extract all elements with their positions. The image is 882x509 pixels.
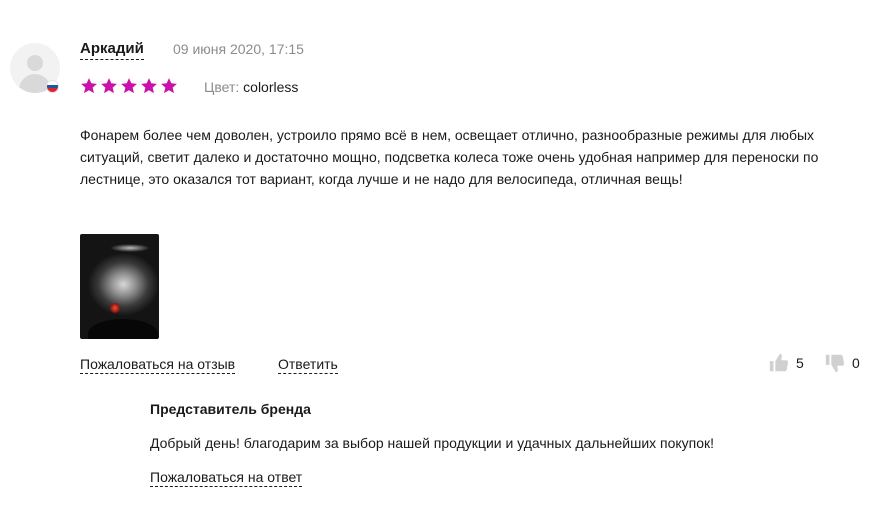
brand-reply-title: Представитель бренда xyxy=(150,401,311,417)
star-icon xyxy=(81,78,97,94)
photo-light-glow xyxy=(110,244,150,252)
avatar-head xyxy=(27,55,43,71)
star-icon xyxy=(121,78,137,94)
complain-review-link[interactable]: Пожаловаться на отзыв xyxy=(80,355,236,374)
review-author[interactable]: Аркадий xyxy=(80,40,144,60)
thumbs-down-icon xyxy=(825,354,845,373)
photo-handlebar xyxy=(88,319,158,339)
like-button[interactable]: 5 xyxy=(768,352,804,374)
color-value: colorless xyxy=(243,79,299,95)
like-count: 5 xyxy=(796,355,804,371)
review-color: Цвет: colorless xyxy=(204,79,298,95)
star-icon xyxy=(141,78,157,94)
brand-reply-text: Добрый день! благодарим за выбор нашей п… xyxy=(150,435,715,451)
reply-link[interactable]: Ответить xyxy=(278,355,338,374)
review-date: 09 июня 2020, 17:15 xyxy=(173,41,304,57)
photo-red-lamp xyxy=(110,303,120,313)
rating-stars xyxy=(80,77,178,95)
star-icon xyxy=(161,78,177,94)
complain-answer-link[interactable]: Пожаловаться на ответ xyxy=(150,468,303,487)
russia-flag-icon xyxy=(46,80,59,93)
color-label: Цвет: xyxy=(204,79,240,95)
star-icon xyxy=(101,78,117,94)
dislike-button[interactable]: 0 xyxy=(824,352,860,374)
review-text: Фонарем более чем доволен, устроило прям… xyxy=(80,127,819,187)
dislike-count: 0 xyxy=(852,355,860,371)
review-photo[interactable] xyxy=(80,234,159,339)
thumbs-up-icon xyxy=(769,353,789,372)
